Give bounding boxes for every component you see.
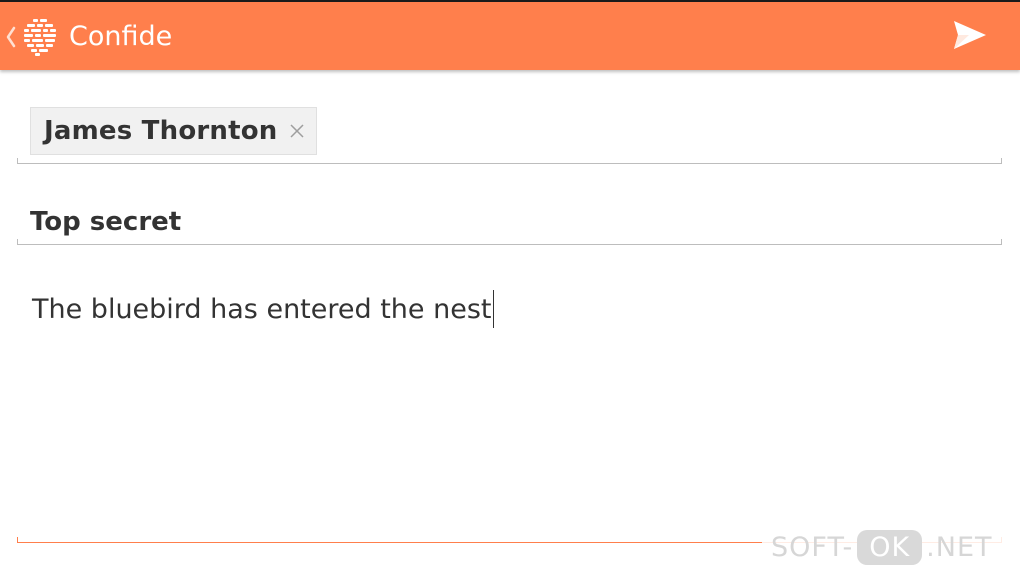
app-title: Confide [69, 21, 173, 52]
watermark-left: SOFT- [771, 532, 854, 563]
recipient-chip[interactable]: James Thornton [30, 107, 317, 155]
subject-field-underline [17, 239, 1002, 245]
send-button[interactable] [946, 17, 994, 57]
confide-logo-icon [22, 17, 58, 57]
text-cursor [492, 290, 494, 328]
close-icon[interactable] [288, 122, 306, 140]
subject-field[interactable]: Top secret [30, 203, 990, 241]
action-bar: Confide [0, 0, 1020, 70]
up-navigation-button[interactable] [4, 16, 58, 58]
recipient-field-underline [17, 158, 1002, 164]
watermark-right: .NET [926, 532, 993, 563]
send-icon [953, 20, 987, 55]
recipient-name: James Thornton [44, 116, 278, 146]
watermark: SOFT- OK .NET [762, 522, 1020, 573]
message-text: The bluebird has entered the nest [32, 294, 492, 325]
message-field[interactable]: The bluebird has entered the nest [32, 290, 992, 530]
watermark-pill: OK [857, 530, 923, 565]
compose-screen: Confide James Thornton Top secret The bl… [0, 0, 1020, 573]
chevron-left-icon [4, 22, 18, 52]
